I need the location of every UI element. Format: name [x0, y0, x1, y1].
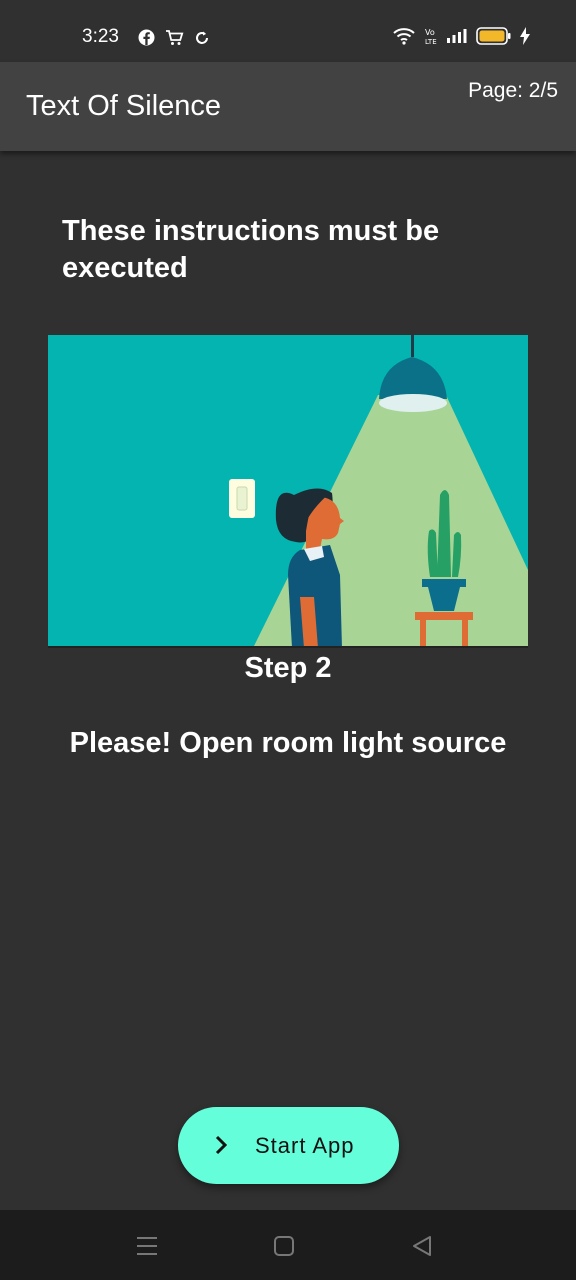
volte-icon: Vo LTE: [424, 27, 438, 45]
status-left-icons: [138, 29, 210, 46]
step-instruction-text: Please! Open room light source: [69, 727, 507, 759]
home-icon[interactable]: [270, 1232, 298, 1260]
svg-text:Vo: Vo: [425, 28, 435, 37]
sync-icon: [194, 30, 210, 46]
start-app-button[interactable]: Start App: [178, 1107, 399, 1184]
facebook-icon: [138, 29, 155, 46]
wifi-icon: [392, 27, 416, 45]
status-bar: 3:23 Vo LTE: [0, 0, 576, 62]
status-time: 3:23: [82, 26, 119, 47]
svg-text:LTE: LTE: [425, 38, 437, 45]
start-app-label: Start App: [255, 1133, 355, 1158]
status-right-icons: Vo LTE: [392, 27, 530, 45]
system-nav-bar: [0, 1210, 576, 1280]
shopping-cart-icon: [165, 29, 184, 46]
page-indicator: Page: 2/5: [468, 79, 558, 102]
instruction-heading: These instructions must be executed: [62, 215, 440, 284]
back-icon[interactable]: [408, 1232, 436, 1260]
charging-icon: [520, 27, 530, 45]
chevron-right-icon: [214, 1135, 228, 1160]
app-bar: Text Of Silence Page: 2/5: [0, 62, 576, 151]
battery-icon: [476, 27, 512, 45]
step-label: Step 2: [244, 652, 332, 684]
menu-icon[interactable]: [133, 1232, 161, 1260]
signal-icon: [446, 28, 468, 44]
room-light-illustration: [48, 335, 528, 648]
app-title: Text Of Silence: [26, 90, 222, 122]
